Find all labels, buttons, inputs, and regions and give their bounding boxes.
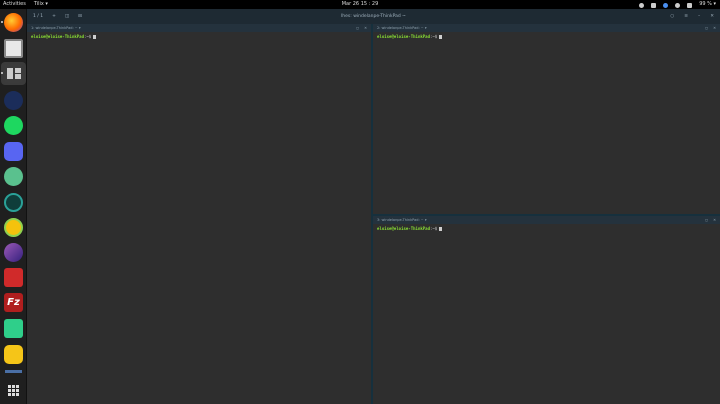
- prompt-user: eloise@eloise-ThinkPad: [31, 34, 84, 39]
- spotify-icon[interactable]: [4, 116, 23, 135]
- files-icon[interactable]: [4, 39, 23, 58]
- search-icon[interactable]: ○: [670, 9, 674, 24]
- tilix-icon[interactable]: [1, 64, 23, 83]
- pane-title[interactable]: 1: windelanpe-ThinkPad: ~ ▾: [31, 26, 81, 30]
- terminal-cursor: [93, 35, 97, 39]
- steam-icon[interactable]: [4, 91, 23, 110]
- dock-separator: [5, 370, 22, 373]
- prompt-suffix: :~$: [429, 34, 438, 39]
- terminal-prompt: eloise@eloise-ThinkPad:~$: [377, 226, 443, 231]
- window-title: lhes: windelanpe-ThinkPad ~: [341, 14, 406, 19]
- terminal-pane-3[interactable]: 3: windelanpe-ThinkPad: ~ ▾ ◻ ✕ eloise@e…: [373, 216, 720, 404]
- prompt-suffix: :~$: [429, 226, 438, 231]
- prompt-user: eloise@eloise-ThinkPad: [377, 34, 430, 39]
- bolt-app-icon[interactable]: [4, 319, 23, 338]
- terminal-prompt: eloise@eloise-ThinkPad:~$: [377, 34, 443, 39]
- tray-blue-icon[interactable]: [663, 3, 669, 8]
- terminal-prompt: eloise@eloise-ThinkPad:~$: [31, 34, 97, 39]
- minimize-icon[interactable]: –: [698, 9, 700, 24]
- pane-close-icon[interactable]: ✕: [713, 216, 716, 224]
- cloud-icon[interactable]: [639, 3, 645, 8]
- cat-app-icon[interactable]: [4, 345, 23, 364]
- pane-close-icon[interactable]: ✕: [713, 24, 716, 32]
- terminal-cursor: [439, 35, 443, 39]
- discord-icon[interactable]: [4, 142, 23, 161]
- pane-title-bar[interactable]: 2: windelanpe-ThinkPad: ~ ▾ ◻ ✕: [373, 24, 720, 32]
- prompt-user: eloise@eloise-ThinkPad: [377, 226, 430, 231]
- teal-app-icon[interactable]: [4, 193, 23, 212]
- yellow-app-icon[interactable]: [4, 218, 23, 237]
- menu-icon[interactable]: ≡: [684, 9, 688, 24]
- pane-title[interactable]: 2: windelanpe-ThinkPad: ~ ▾: [377, 26, 427, 30]
- firefox-icon[interactable]: [1, 13, 23, 32]
- pane-maximize-icon[interactable]: ◻: [705, 216, 708, 224]
- pane-title-bar[interactable]: 1: windelanpe-ThinkPad: ~ ▾ ◻ ✕: [27, 24, 371, 32]
- terminal-pane-2[interactable]: 2: windelanpe-ThinkPad: ~ ▾ ◻ ✕ eloise@e…: [373, 24, 720, 214]
- terminal-pane-1[interactable]: 1: windelanpe-ThinkPad: ~ ▾ ◻ ✕ eloise@e…: [27, 24, 371, 404]
- system-tray[interactable]: 99 % ▾: [639, 0, 716, 9]
- purple-app-icon[interactable]: [4, 243, 23, 262]
- pane-close-icon[interactable]: ✕: [364, 24, 367, 32]
- clock[interactable]: Mar 26 15 : 29: [0, 0, 720, 9]
- show-applications-icon[interactable]: [4, 381, 23, 400]
- battery-percent[interactable]: 99 % ▾: [699, 0, 716, 9]
- terminal-cursor: [439, 227, 443, 231]
- dock: Fz: [0, 9, 27, 404]
- volume-icon[interactable]: [675, 3, 681, 8]
- top-bar: Activities Tilix ▾ Mar 26 15 : 29 99 % ▾: [0, 0, 720, 9]
- red-app-icon[interactable]: [4, 268, 23, 287]
- tilix-window: 1 / 1 + ◫ ⊟ lhes: windelanpe-ThinkPad ~ …: [27, 9, 720, 404]
- pane-title-bar[interactable]: 3: windelanpe-ThinkPad: ~ ▾ ◻ ✕: [373, 216, 720, 224]
- prompt-suffix: :~$: [83, 34, 92, 39]
- close-icon[interactable]: ✕: [710, 9, 714, 24]
- pane-title[interactable]: 3: windelanpe-ThinkPad: ~ ▾: [377, 218, 427, 222]
- pane-maximize-icon[interactable]: ◻: [356, 24, 359, 32]
- green-app-icon[interactable]: [4, 167, 23, 186]
- window-header: 1 / 1 + ◫ ⊟ lhes: windelanpe-ThinkPad ~ …: [27, 9, 720, 24]
- battery-icon[interactable]: [687, 3, 693, 8]
- pane-maximize-icon[interactable]: ◻: [705, 24, 708, 32]
- wifi-icon[interactable]: [651, 3, 657, 8]
- filezilla-icon[interactable]: Fz: [4, 293, 23, 312]
